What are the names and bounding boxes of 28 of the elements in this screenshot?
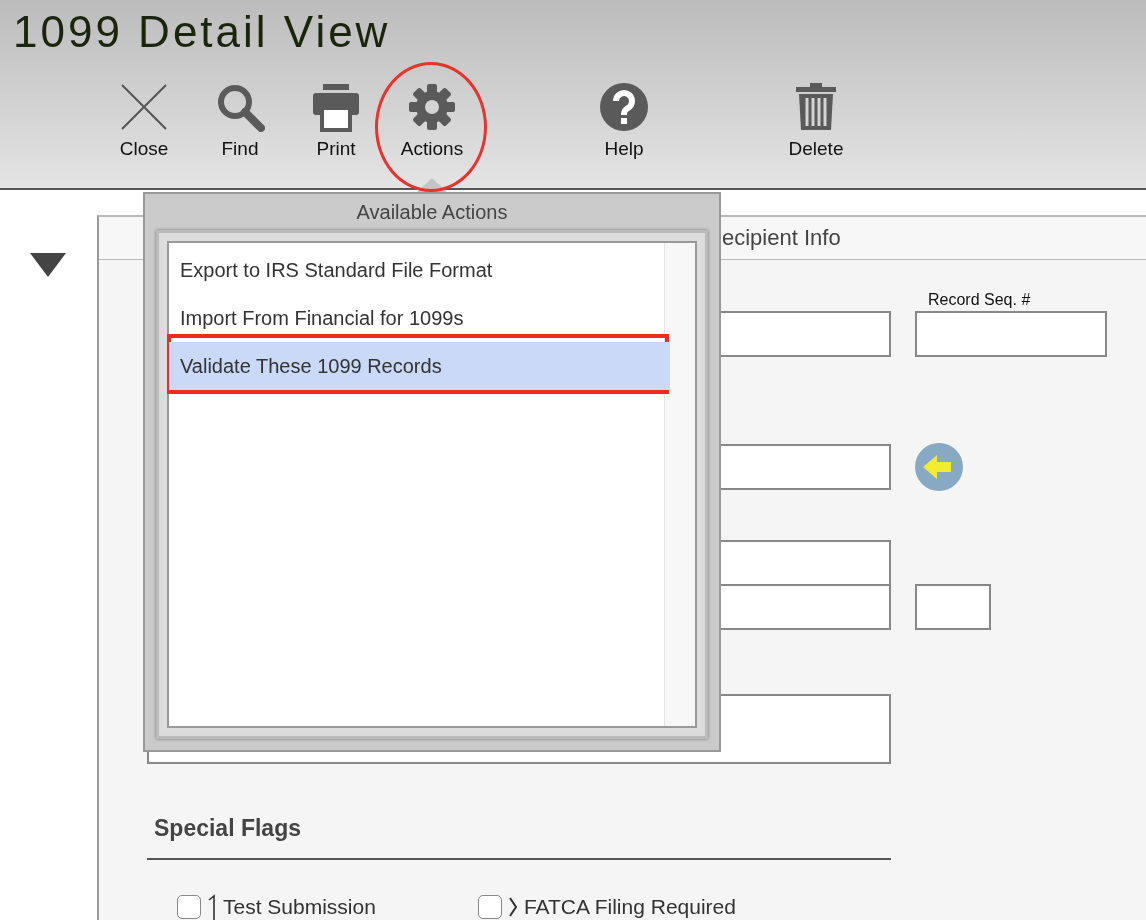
panel-title: ecipient Info: [722, 225, 841, 251]
checkbox-label: FATCA Filing Required: [523, 895, 736, 919]
checkbox[interactable]: [477, 895, 502, 919]
window-title: 1099 Detail View: [12, 6, 392, 58]
toolbar-button[interactable]: Find: [192, 82, 288, 160]
checkbox[interactable]: [177, 895, 201, 919]
gear-icon: [407, 82, 457, 132]
help-icon: [599, 82, 649, 132]
toolbar-button[interactable]: Delete: [768, 82, 864, 160]
search-icon: [215, 82, 265, 132]
collapse-triangle-icon[interactable]: [30, 253, 66, 277]
close-icon: [119, 82, 169, 132]
field-label: Record Seq. #: [928, 290, 1032, 310]
toolbar-button[interactable]: Help: [576, 82, 672, 160]
toolbar-button[interactable]: Close: [96, 82, 192, 160]
action-item[interactable]: Import From Financial for 1099s: [169, 294, 670, 342]
input-field[interactable]: [915, 584, 991, 630]
action-item[interactable]: Export to IRS Standard File Format: [169, 246, 670, 294]
tick-mark-icon: [207, 894, 217, 920]
printer-icon: [311, 82, 361, 132]
action-item[interactable]: Validate These 1099 Records: [169, 342, 670, 390]
input-field[interactable]: [915, 311, 1107, 357]
toolbar-button[interactable]: Print: [288, 82, 384, 160]
popup-title: Available Actions: [355, 200, 509, 225]
arrow-left-icon[interactable]: [915, 443, 963, 491]
section-heading: Special Flags: [154, 814, 302, 843]
toolbar-button[interactable]: Actions: [384, 82, 480, 160]
checkbox-label: Test Submission: [223, 895, 376, 919]
